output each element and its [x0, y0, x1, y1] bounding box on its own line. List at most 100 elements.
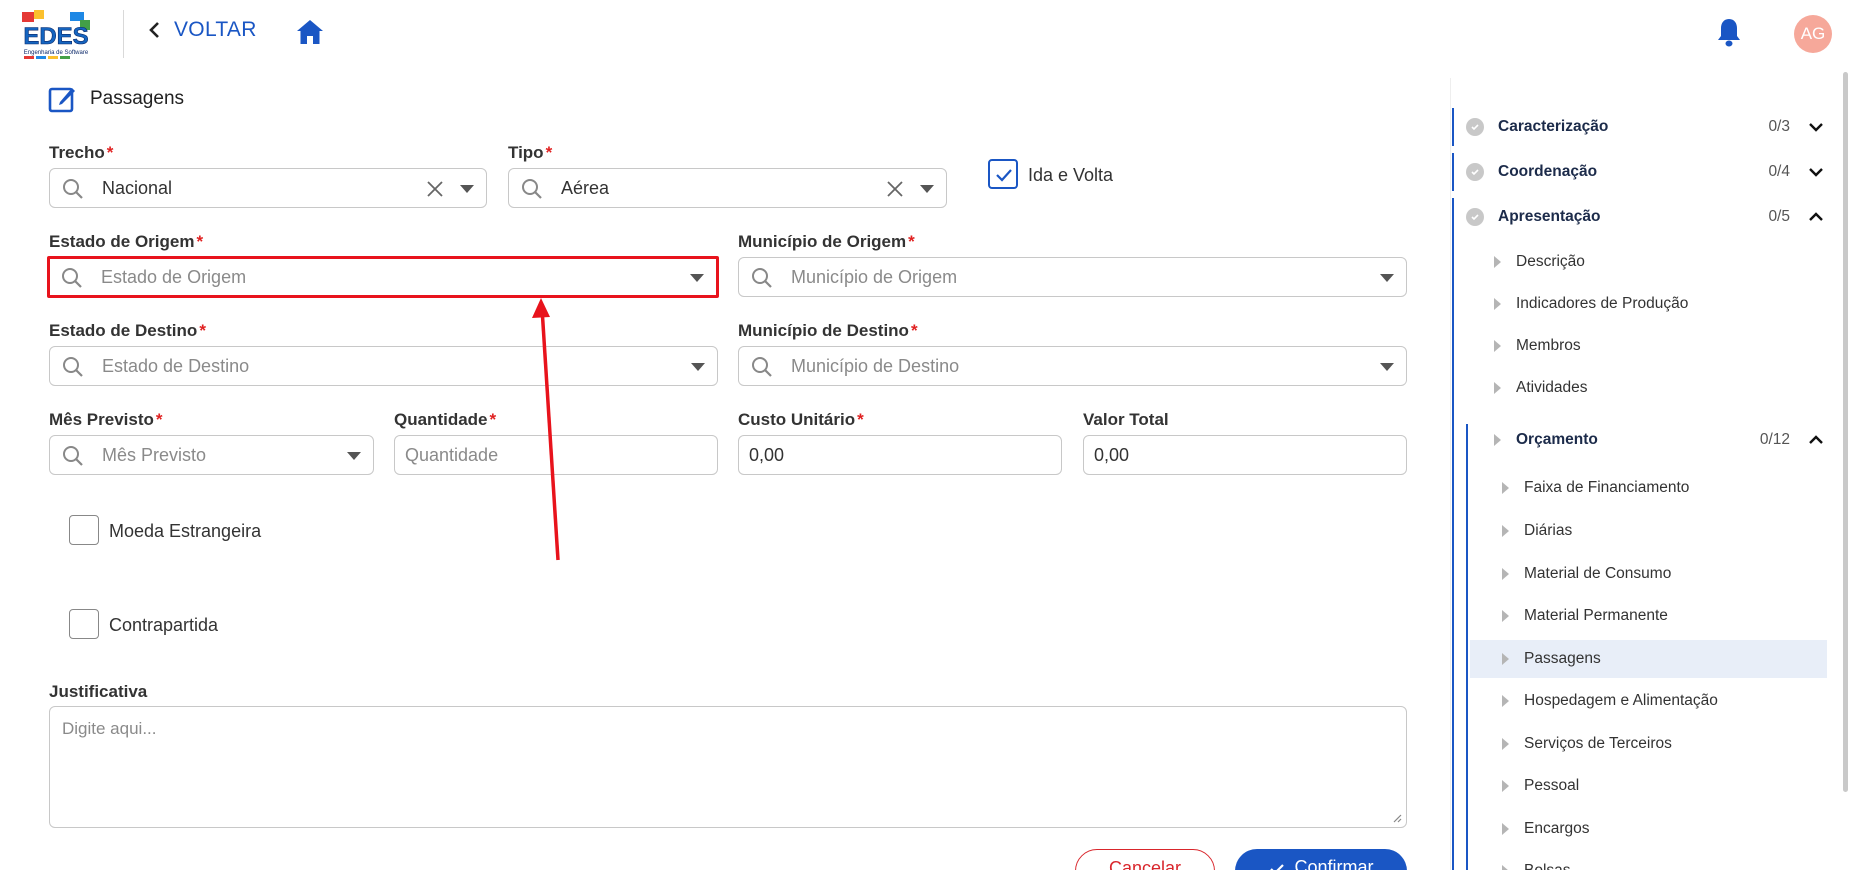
sidebar-item-faixa-financiamento[interactable]: Faixa de Financiamento — [1470, 469, 1827, 507]
clear-icon[interactable] — [426, 180, 444, 198]
check-icon — [1270, 864, 1285, 870]
caret-right-icon — [1502, 653, 1509, 665]
back-label: VOLTAR — [174, 18, 257, 41]
sidebar-item-servicos-terceiros[interactable]: Serviços de Terceiros — [1470, 725, 1827, 763]
caret-right-icon — [1502, 780, 1509, 792]
estado-destino-select[interactable]: Estado de Destino — [49, 346, 718, 386]
cancel-button[interactable]: Cancelar — [1075, 849, 1215, 870]
chevron-down-icon — [1809, 168, 1823, 177]
ida-volta-checkbox[interactable] — [988, 159, 1018, 189]
tipo-label: Tipo * — [508, 143, 553, 162]
edes-logo[interactable]: EDES Engenharia de Software — [20, 8, 92, 62]
search-icon — [63, 357, 83, 377]
sidebar-item-diarias[interactable]: Diárias — [1470, 512, 1827, 550]
check-circle-icon — [1466, 163, 1484, 181]
valor-total-label: Valor Total — [1083, 410, 1169, 429]
caret-down-icon — [691, 363, 705, 371]
orcamento-tree-line — [1466, 424, 1468, 870]
check-icon — [996, 169, 1012, 182]
moeda-estrangeira-label: Moeda Estrangeira — [109, 521, 262, 541]
trecho-value: Nacional — [102, 177, 173, 198]
home-icon — [297, 20, 323, 44]
contrapartida-label: Contrapartida — [109, 615, 219, 635]
nav-section-coordenacao[interactable]: Coordenação 0/4 — [1452, 153, 1832, 191]
mes-previsto-placeholder: Mês Previsto — [102, 444, 207, 465]
sidebar-item-atividades[interactable]: Atividades — [1480, 369, 1820, 407]
caret-right-icon — [1494, 340, 1501, 352]
custo-unitario-input[interactable]: 0,00 — [738, 435, 1062, 475]
tipo-select[interactable]: Aérea — [508, 168, 947, 208]
sidebar-item-pessoal[interactable]: Pessoal — [1470, 767, 1827, 805]
scrollbar-thumb[interactable] — [1843, 72, 1848, 792]
municipio-destino-select[interactable]: Município de Destino — [738, 346, 1407, 386]
estado-destino-placeholder: Estado de Destino — [102, 355, 250, 376]
caret-right-icon — [1502, 695, 1509, 707]
chevron-up-icon — [1809, 435, 1823, 444]
resize-handle-icon[interactable] — [1392, 813, 1402, 823]
caret-down-icon — [920, 185, 934, 193]
caret-right-icon — [1502, 738, 1509, 750]
sidebar-item-bolsas[interactable]: Bolsas — [1470, 852, 1827, 870]
back-button[interactable]: VOLTAR — [148, 18, 257, 42]
estado-origem-select[interactable]: Estado de Origem — [47, 256, 719, 298]
moeda-estrangeira-checkbox[interactable] — [69, 515, 99, 545]
tipo-value: Aérea — [561, 177, 610, 198]
sidebar-item-descricao[interactable]: Descrição — [1480, 243, 1820, 281]
estado-origem-placeholder: Estado de Origem — [101, 266, 247, 287]
search-icon — [522, 179, 542, 199]
top-bar: EDES Engenharia de Software VOLTAR AG — [0, 0, 1852, 66]
quantidade-placeholder: Quantidade — [405, 444, 499, 465]
caret-right-icon — [1494, 434, 1501, 446]
sidebar-item-indicadores[interactable]: Indicadores de Produção — [1480, 285, 1820, 323]
contrapartida-checkbox[interactable] — [69, 609, 99, 639]
sidebar-item-encargos[interactable]: Encargos — [1470, 810, 1827, 848]
custo-unitario-value: 0,00 — [749, 444, 785, 465]
clear-icon[interactable] — [886, 180, 904, 198]
caret-down-icon — [460, 185, 474, 193]
header-divider — [123, 10, 124, 58]
valor-total-input[interactable]: 0,00 — [1083, 435, 1407, 475]
confirm-button[interactable]: Confirmar — [1235, 849, 1407, 870]
justificativa-textarea[interactable]: Digite aqui... — [49, 706, 1407, 828]
page-title-text: Passagens — [90, 88, 185, 109]
search-icon — [752, 357, 772, 377]
avatar-initials: AG — [1800, 24, 1826, 43]
nav-section-apresentacao[interactable]: Apresentação 0/5 — [1452, 198, 1832, 236]
estado-destino-label: Estado de Destino * — [49, 321, 206, 340]
notifications-button[interactable] — [1716, 17, 1742, 52]
home-button[interactable] — [296, 19, 324, 50]
confirm-label: Confirmar — [1294, 857, 1374, 870]
caret-down-icon — [1380, 363, 1394, 371]
nav-section-caracterizacao[interactable]: Caracterização 0/3 — [1452, 108, 1832, 146]
trecho-label: Trecho * — [49, 143, 114, 162]
sidebar-item-passagens[interactable]: Passagens — [1470, 640, 1827, 678]
sidebar-item-hospedagem[interactable]: Hospedagem e Alimentação — [1470, 682, 1827, 720]
municipio-origem-select[interactable]: Município de Origem — [738, 257, 1407, 297]
caret-right-icon — [1494, 256, 1501, 268]
chevron-left-icon — [149, 22, 159, 38]
municipio-origem-label: Município de Origem * — [738, 232, 915, 251]
cancel-label: Cancelar — [1108, 858, 1182, 870]
caret-right-icon — [1502, 525, 1509, 537]
sidebar-item-orcamento[interactable]: Orçamento 0/12 — [1470, 421, 1832, 459]
mes-previsto-select[interactable]: Mês Previsto — [49, 435, 374, 475]
custo-unitario-label: Custo Unitário * — [738, 410, 864, 429]
municipio-origem-placeholder: Município de Origem — [791, 266, 958, 287]
section-tree-line — [1452, 236, 1454, 870]
avatar[interactable]: AG — [1794, 15, 1832, 53]
annotation-arrow — [532, 298, 560, 561]
caret-right-icon — [1502, 568, 1509, 580]
valor-total-value: 0,00 — [1094, 444, 1130, 465]
sidebar-item-material-consumo[interactable]: Material de Consumo — [1470, 555, 1827, 593]
justificativa-placeholder: Digite aqui... — [62, 719, 157, 738]
caret-down-icon — [690, 274, 704, 282]
ida-volta-label: Ida e Volta — [1028, 165, 1114, 185]
sidebar-item-membros[interactable]: Membros — [1480, 327, 1820, 365]
logo-subtext: Engenharia de Software — [24, 50, 89, 56]
sidebar-divider — [1450, 78, 1451, 870]
mes-previsto-label: Mês Previsto * — [49, 410, 163, 429]
trecho-select[interactable]: Nacional — [49, 168, 487, 208]
sidebar-item-material-permanente[interactable]: Material Permanente — [1470, 597, 1827, 635]
search-icon — [62, 268, 82, 288]
check-circle-icon — [1466, 208, 1484, 226]
